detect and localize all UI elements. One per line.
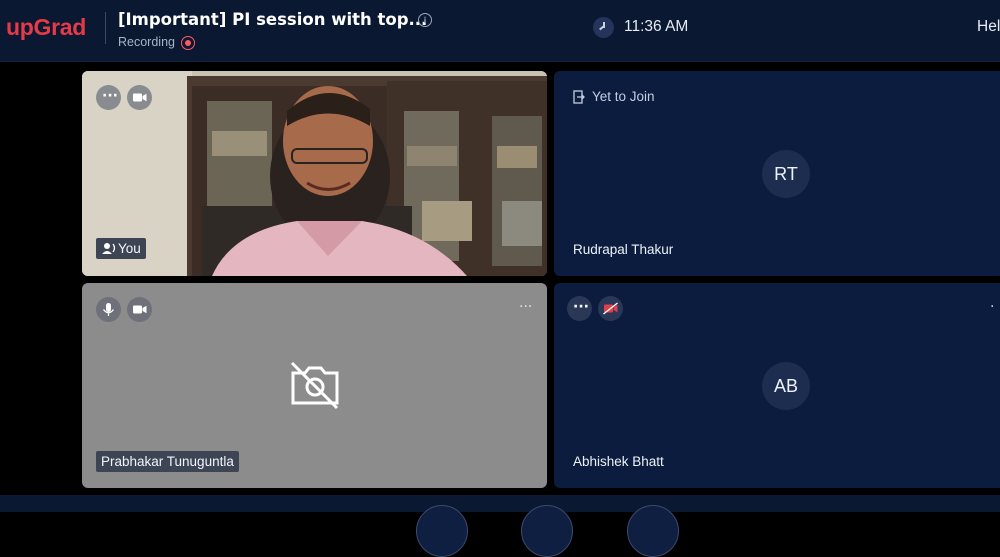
upgrad-logo: upGrad [6, 14, 86, 40]
help-button[interactable]: Help [977, 18, 1000, 36]
top-bar: upGrad [Important] PI session with top..… [0, 0, 1000, 62]
camera-off-icon [290, 361, 339, 410]
more-icon[interactable]: · [990, 300, 994, 314]
participant-tile[interactable]: ··· · AB Abhishek Bhatt [554, 283, 1000, 488]
clock-time: 11:36 AM [624, 18, 689, 35]
camera-icon [133, 93, 147, 102]
camera-button[interactable] [127, 297, 152, 322]
camera-icon [133, 305, 147, 314]
camera-off-button[interactable] [598, 296, 623, 321]
participant-name-chip: You [96, 238, 146, 259]
record-icon [181, 36, 195, 50]
recording-label: Recording [118, 35, 175, 49]
more-options-button[interactable]: ··· [567, 296, 592, 321]
bottom-toolbar [0, 495, 1000, 512]
avatar: AB [762, 362, 810, 410]
divider [105, 12, 106, 44]
more-icon: ··· [573, 299, 589, 315]
toolbar-button[interactable] [627, 505, 679, 557]
camera-off-icon [603, 302, 618, 315]
clock-icon [593, 17, 614, 38]
avatar: RT [762, 150, 810, 198]
microphone-icon [102, 303, 115, 316]
info-icon[interactable]: i [418, 13, 432, 27]
participant-tile-you[interactable]: ··· You [82, 71, 547, 276]
camera-button[interactable] [127, 85, 152, 110]
more-options-button[interactable]: ··· [96, 85, 121, 110]
exit-icon [573, 90, 585, 104]
microphone-button[interactable] [96, 297, 121, 322]
speaker-icon [102, 243, 116, 254]
participant-name: Abhishek Bhatt [573, 454, 664, 469]
participant-name: Rudrapal Thakur [573, 242, 674, 257]
participant-name: Prabhakar Tunuguntla [96, 451, 239, 472]
join-status: Yet to Join [592, 89, 655, 104]
participant-tile[interactable]: ··· Prabhakar Tunuguntla [82, 283, 547, 488]
more-icon: ··· [102, 88, 118, 104]
session-title: [Important] PI session with top... [118, 10, 428, 29]
toolbar-button[interactable] [416, 505, 468, 557]
more-icon[interactable]: ··· [519, 300, 532, 314]
toolbar-button[interactable] [521, 505, 573, 557]
participant-name: You [118, 241, 141, 256]
participant-tile[interactable]: Yet to Join RT Rudrapal Thakur [554, 71, 1000, 276]
